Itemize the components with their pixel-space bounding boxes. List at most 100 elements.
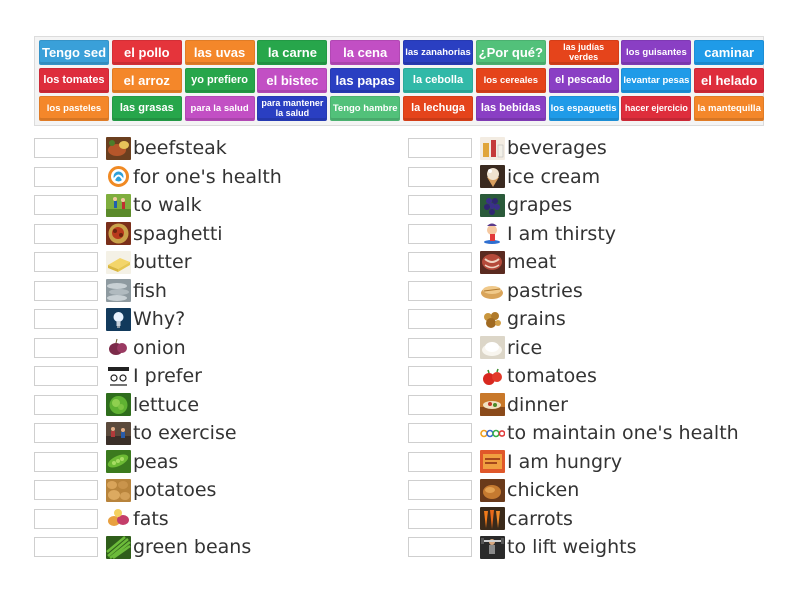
word-tile-los-tomates[interactable]: los tomates (39, 68, 109, 94)
word-tile-para-la-salud[interactable]: para la salud (184, 96, 255, 122)
word-tile-levantar-pesas[interactable]: levantar pesas (621, 68, 692, 94)
word-tile-las-grasas[interactable]: las grasas (111, 96, 182, 122)
drop-slot[interactable] (408, 537, 472, 557)
drop-slot[interactable] (408, 508, 472, 529)
word-tile-hacer-ejercicio[interactable]: hacer ejercicio (621, 96, 692, 122)
drop-slot[interactable] (408, 480, 472, 500)
prefer-sketch-icon (106, 364, 131, 388)
match-row-peas: peas (34, 450, 178, 474)
word-tile-las-uvas[interactable]: las uvas (184, 40, 255, 65)
grains-photo-icon (480, 307, 505, 331)
drop-slot[interactable] (408, 252, 472, 272)
fish-photo-icon (106, 279, 131, 302)
word-tile-el-helado[interactable]: el helado (694, 68, 765, 94)
match-row-dinner: dinner (408, 393, 568, 417)
match-label: green beans (133, 536, 252, 558)
health-logo-icon (106, 165, 131, 188)
match-label: peas (133, 450, 179, 473)
match-label: chicken (507, 479, 580, 501)
drop-slot[interactable] (34, 423, 98, 443)
drop-slot[interactable] (408, 138, 472, 158)
match-row-i-prefer: I prefer (34, 364, 202, 388)
dinner-photo-icon (480, 393, 505, 416)
match-label: to lift weights (507, 536, 637, 558)
tomatoes-photo-icon (480, 364, 505, 388)
hungry-sign-icon (480, 450, 505, 473)
drop-slot[interactable] (408, 394, 472, 415)
drop-slot[interactable] (34, 451, 98, 472)
lightbulb-photo-icon (106, 307, 131, 331)
lettuce-photo-icon (106, 393, 131, 416)
carrots-photo-icon (480, 507, 505, 530)
match-row-fats: fats (34, 507, 169, 531)
word-tile-la-cena[interactable]: la cena (330, 40, 401, 65)
word-tile-los-cereales[interactable]: los cereales (475, 68, 546, 94)
match-row-to-exercise: to exercise (34, 421, 237, 445)
match-label: potatoes (133, 479, 217, 501)
word-tile-la-mantequilla[interactable]: la mantequilla (694, 96, 765, 122)
drop-slot[interactable] (408, 280, 472, 301)
match-row-butter: butter (34, 250, 192, 274)
word-tile-el-pescado[interactable]: el pescado (548, 68, 619, 94)
word-tile-los-espaguetis[interactable]: los espaguetis (548, 96, 619, 122)
word-tile-las-papas[interactable]: las papas (330, 68, 401, 94)
word-tile-caminar[interactable]: caminar (694, 40, 765, 65)
drop-slot[interactable] (408, 195, 472, 215)
word-tile-por-que[interactable]: ¿Por qué? (475, 40, 546, 65)
drop-slot[interactable] (34, 366, 98, 386)
match-label: meat (507, 251, 557, 273)
word-tile-los-guisantes[interactable]: los guisantes (621, 40, 692, 65)
drop-slot[interactable] (34, 337, 98, 358)
drop-slot[interactable] (408, 166, 472, 187)
word-tile-la-cebolla[interactable]: la cebolla (403, 68, 473, 94)
word-tile-tengo-hambre[interactable]: Tengo hambre (330, 96, 401, 122)
drop-slot[interactable] (34, 223, 98, 244)
drop-slot[interactable] (34, 508, 98, 529)
match-label: carrots (507, 507, 573, 530)
rice-photo-icon (480, 336, 505, 359)
drop-slot[interactable] (408, 366, 472, 386)
drop-slot[interactable] (34, 195, 98, 215)
match-label: I prefer (133, 365, 202, 387)
word-tile-los-pasteles[interactable]: los pasteles (39, 96, 109, 122)
drop-slot[interactable] (34, 166, 98, 187)
drop-slot[interactable] (34, 480, 98, 500)
thirsty-cartoon-icon (480, 222, 505, 245)
drop-slot[interactable] (34, 252, 98, 272)
word-tile-tengo-sed[interactable]: Tengo sed (39, 40, 109, 65)
match-row-onion: onion (34, 336, 186, 360)
word-tile-las-zanahorias[interactable]: las zanahorias (403, 40, 473, 65)
match-label: grapes (507, 194, 573, 216)
drop-slot[interactable] (34, 394, 98, 415)
word-tile-yo-prefiero[interactable]: yo prefiero (184, 68, 255, 94)
word-tile-el-bistec[interactable]: el bistec (257, 68, 328, 94)
match-row-chicken: chicken (408, 478, 579, 502)
drop-slot[interactable] (408, 309, 472, 329)
word-tile-la-lechuga[interactable]: la lechuga (403, 96, 473, 122)
drop-slot[interactable] (408, 337, 472, 358)
match-row-tomatoes: tomatoes (408, 364, 597, 388)
word-tile-las-judias-verdes[interactable]: las judías verdes (548, 40, 619, 65)
word-tile-para-mantener-la-salud[interactable]: para mantener la salud (257, 96, 328, 122)
match-label: rice (507, 336, 543, 359)
grapes-photo-icon (480, 193, 505, 217)
green-beans-photo-icon (106, 535, 131, 559)
drop-slot[interactable] (408, 451, 472, 472)
match-row-fish: fish (34, 279, 167, 303)
drop-slot[interactable] (408, 423, 472, 443)
drop-slot[interactable] (408, 223, 472, 244)
match-row-ice-cream: ice cream (408, 165, 600, 189)
match-label: Why? (133, 308, 186, 330)
match-label: for one's health (133, 165, 282, 188)
drop-slot[interactable] (34, 280, 98, 301)
match-label: butter (133, 251, 192, 273)
word-tile-el-arroz[interactable]: el arroz (111, 68, 182, 94)
match-label: ice cream (507, 165, 601, 188)
word-tile-la-carne[interactable]: la carne (257, 40, 328, 65)
word-tile-las-bebidas[interactable]: las bebidas (475, 96, 546, 122)
drop-slot[interactable] (34, 537, 98, 557)
weights-photo-icon (480, 535, 505, 559)
drop-slot[interactable] (34, 138, 98, 158)
drop-slot[interactable] (34, 309, 98, 329)
word-tile-el-pollo[interactable]: el pollo (111, 40, 182, 65)
